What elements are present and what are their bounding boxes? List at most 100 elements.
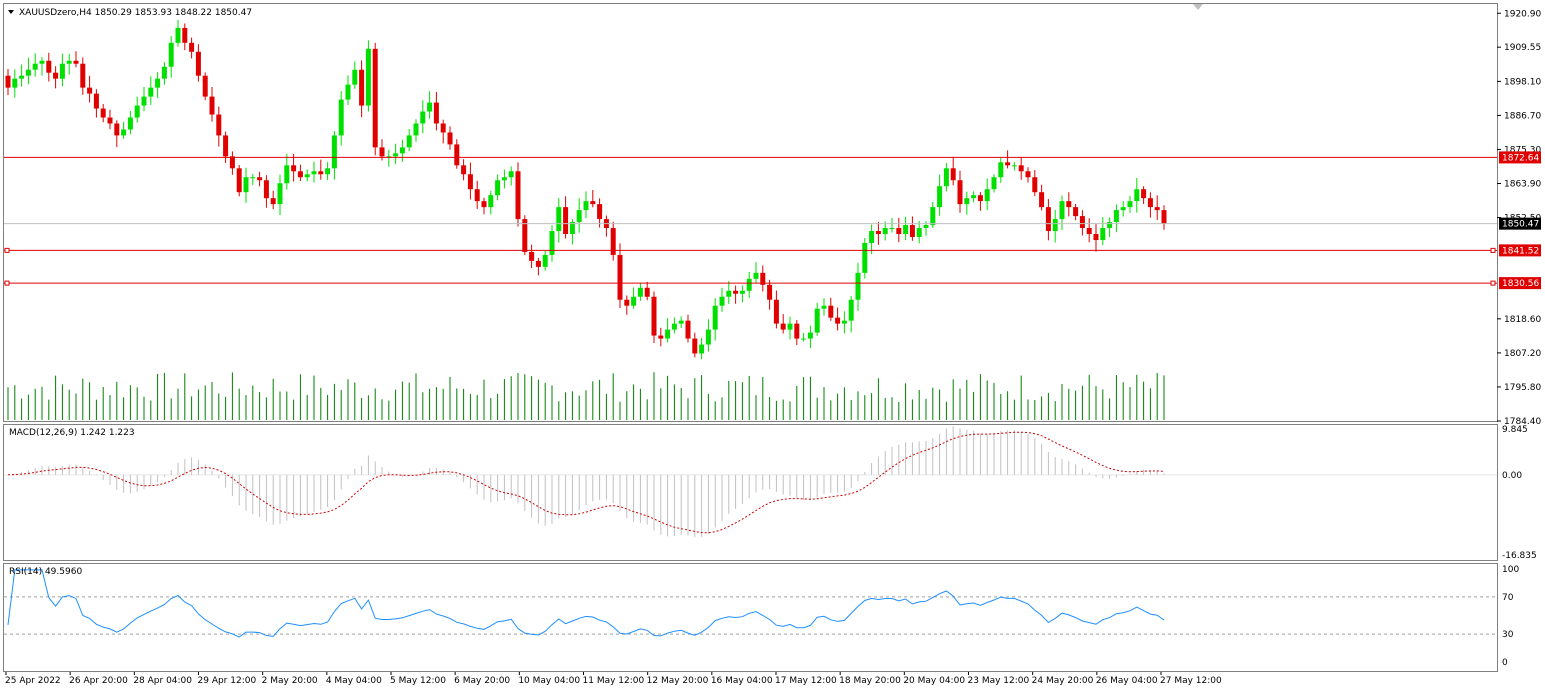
candle-body [658, 335, 664, 339]
candle-body [393, 153, 399, 157]
candle-body [780, 323, 786, 330]
candle-body [903, 225, 909, 235]
candle-body [835, 317, 841, 324]
candle-body [325, 168, 331, 175]
candle-body [372, 48, 378, 148]
candle-body [807, 332, 813, 339]
candle-body [665, 329, 671, 339]
candle-body [862, 242, 868, 273]
price-tick-label: 1898.10 [1504, 77, 1541, 87]
time-tick-label: 4 May 04:00 [326, 676, 382, 686]
candle-body [753, 272, 759, 279]
time-tick-label: 24 May 20:00 [1032, 676, 1094, 686]
horizontal-levels[interactable] [4, 156, 1497, 286]
rsi-line [7, 569, 1165, 638]
candle-body [379, 147, 385, 157]
candle-body [1039, 192, 1045, 208]
candle-body [1127, 201, 1133, 208]
candle-body [277, 183, 283, 205]
rsi-axis: 100 70 30 0 [1502, 565, 1519, 668]
candle-body [1120, 207, 1126, 211]
candle-body [964, 198, 970, 205]
candle-body [331, 135, 337, 169]
candle-body [148, 87, 154, 97]
candle-body [311, 171, 317, 175]
candle-body [719, 296, 725, 306]
candle-body [447, 132, 453, 145]
candle-body [957, 180, 963, 205]
candle-body [705, 329, 711, 345]
candle-body [488, 195, 494, 208]
candle-body [474, 189, 480, 202]
candle-body [1141, 189, 1147, 199]
candle-body [53, 72, 59, 79]
candle-body [352, 69, 358, 85]
candle-body [563, 207, 569, 235]
candle-body [624, 299, 630, 306]
price-level-badge-label: 1872.64 [1502, 153, 1539, 163]
symbol-info-label: XAUUSDzero,H4 1850.29 1853.93 1848.22 18… [19, 8, 252, 18]
candle-body [175, 27, 181, 43]
candle-body [161, 66, 167, 79]
time-axis[interactable]: 25 Apr 2022 26 Apr 20:00 28 Apr 04:00 29 Ap… [5, 672, 1222, 686]
candle-body [359, 69, 365, 106]
macd-tick-label: 0.00 [1502, 471, 1522, 481]
candle-body [1011, 165, 1017, 167]
price-level-badge-label: 1830.56 [1502, 279, 1539, 289]
candle-body [542, 254, 548, 267]
candle-body [495, 180, 501, 196]
rsi-tick-label: 100 [1502, 565, 1519, 575]
candle-body [236, 168, 242, 193]
candle-body [637, 287, 643, 297]
time-tick-label: 12 May 20:00 [647, 676, 709, 686]
time-tick-label: 26 May 04:00 [1096, 676, 1158, 686]
rsi-panel[interactable] [3, 563, 1498, 672]
price-tick-label: 1818.60 [1504, 315, 1541, 325]
candle-body [250, 177, 256, 179]
candle-body [501, 177, 507, 181]
candle-body [304, 174, 310, 178]
candle-body [1079, 216, 1085, 229]
candle-body [202, 75, 208, 97]
candle-body [365, 48, 371, 106]
chart-menu-triangle-icon[interactable] [8, 10, 14, 14]
macd-axis: 9.845 0.00 -16.835 [1502, 425, 1537, 561]
price-tick-label: 1920.90 [1504, 9, 1541, 19]
candle-body [685, 320, 691, 339]
candle-body [733, 290, 739, 294]
candle-body [195, 51, 201, 76]
candle-body [1018, 165, 1024, 172]
candle-body [549, 231, 555, 255]
candle-body [345, 84, 351, 100]
macd-panel[interactable] [3, 424, 1498, 561]
candle-body [692, 338, 698, 354]
candle-body [1100, 228, 1106, 240]
time-tick-label: 29 Apr 12:00 [198, 676, 257, 686]
candle-body [114, 123, 120, 136]
candle-body [1052, 219, 1058, 232]
candle-body [87, 87, 93, 94]
price-axis[interactable]: 1920.901909.551898.101886.701875.301863.… [1497, 9, 1541, 427]
candle-body [1093, 234, 1099, 240]
candle-body [413, 123, 419, 136]
candle-body [576, 210, 582, 223]
main-price-panel[interactable] [3, 3, 1498, 422]
candle-body [801, 338, 807, 340]
candle-body [508, 171, 514, 178]
chart-shift-marker-icon[interactable] [1193, 4, 1203, 10]
trading-chart[interactable]: 1920.901909.551898.101886.701875.301863.… [0, 0, 1545, 692]
volume-bars [7, 372, 1165, 420]
candle-body [971, 195, 977, 199]
candle-body [107, 117, 113, 124]
candle-body [223, 135, 229, 157]
candle-body [821, 305, 827, 309]
candle-body [712, 305, 718, 330]
time-tick-label: 10 May 04:00 [518, 676, 580, 686]
candle-body [814, 308, 820, 333]
candle-body [454, 144, 460, 166]
time-tick-label: 18 May 20:00 [839, 676, 901, 686]
candle-body [32, 63, 38, 70]
candle-body [1161, 210, 1167, 224]
price-tick-label: 1807.20 [1504, 349, 1541, 359]
candle-body [338, 99, 344, 136]
